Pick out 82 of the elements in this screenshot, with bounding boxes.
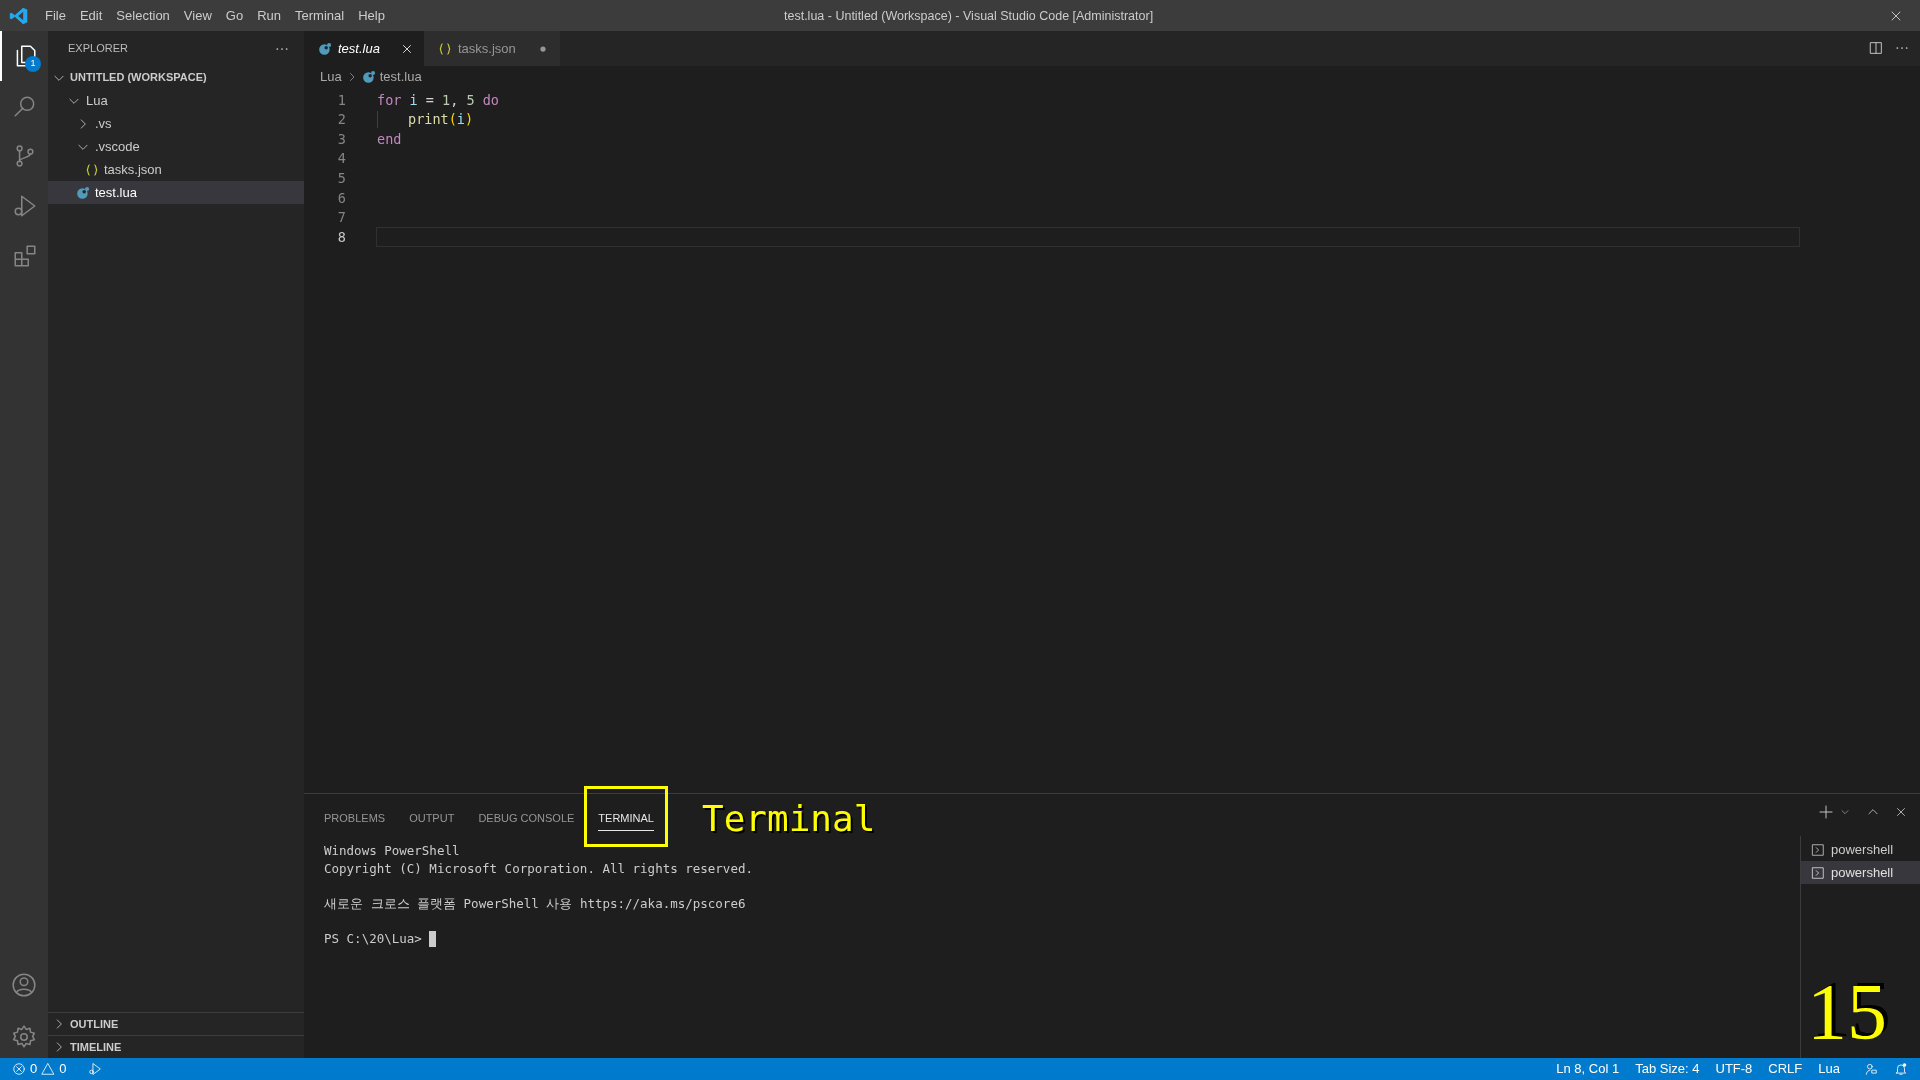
split-editor-icon[interactable] — [1868, 40, 1884, 56]
code-token: i — [456, 110, 465, 130]
code-token: , — [450, 90, 460, 110]
sidebar-title: EXPLORER — [68, 41, 128, 57]
callout-label: Terminal — [701, 796, 876, 841]
panel-tab[interactable]: OUTPUT — [409, 809, 455, 832]
code-token: 1 — [442, 90, 451, 110]
account-icon[interactable] — [11, 972, 37, 998]
warning-icon[interactable] — [41, 1062, 56, 1076]
menu-item[interactable]: Edit — [72, 0, 110, 31]
chevron-down-icon[interactable] — [1840, 807, 1850, 817]
panel-tab[interactable]: PROBLEMS — [324, 809, 386, 832]
terminal-icon — [1811, 865, 1825, 880]
close-icon[interactable] — [1894, 805, 1908, 819]
terminal-list-item[interactable]: powershell — [1801, 838, 1920, 861]
braces-icon — [85, 162, 99, 177]
status-item[interactable]: UTF-8 — [1715, 1059, 1753, 1079]
extensions-icon[interactable] — [12, 243, 38, 269]
panel-tab[interactable]: TERMINAL — [598, 809, 654, 832]
menu-item[interactable]: Selection — [109, 0, 177, 31]
warning-count[interactable]: 0 — [59, 1059, 67, 1079]
tree-item[interactable]: test.lua — [48, 181, 304, 204]
feedback-icon[interactable] — [1864, 1062, 1878, 1076]
settings-icon[interactable] — [11, 1024, 37, 1050]
breadcrumb-item[interactable]: Lua — [320, 67, 342, 87]
code-token: print — [408, 110, 449, 130]
code-token: 5 — [466, 90, 475, 110]
code-token: for — [377, 90, 402, 110]
terminal-line: Copyright (C) Microsoft Corporation. All rights reserved. — [324, 860, 754, 878]
terminal-prompt: PS C:\20\Lua> — [324, 930, 422, 948]
menu-item[interactable]: Terminal — [288, 0, 352, 31]
line-number: 5 — [336, 169, 346, 189]
menu-item[interactable]: Help — [351, 0, 392, 31]
run-debug-icon[interactable] — [88, 1062, 103, 1076]
badge-count: 1 — [25, 56, 41, 72]
line-number: 7 — [336, 208, 346, 228]
terminal-list-item[interactable]: powershell — [1801, 861, 1920, 884]
tree-item[interactable]: tasks.json — [48, 158, 304, 181]
tree-item[interactable]: .vscode — [48, 135, 304, 158]
moon-icon — [318, 41, 332, 56]
code-token: ( — [448, 110, 457, 130]
terminal-line: 새로운 크로스 플랫폼 PowerShell 사용 https://aka.ms/pscore6 — [324, 895, 747, 913]
line-number: 6 — [336, 188, 346, 208]
section-header[interactable]: OUTLINE — [48, 1012, 304, 1035]
plus-icon[interactable] — [1818, 804, 1834, 820]
page-number: 15 — [1807, 972, 1887, 1052]
window-title: test.lua - Untitled (Workspace) - Visual Studio Code [Administrator] — [784, 8, 1154, 25]
bell-icon[interactable] — [1894, 1062, 1908, 1076]
menu-item[interactable]: Go — [218, 0, 251, 31]
terminal-line: Windows PowerShell — [324, 842, 461, 860]
moon-icon — [361, 70, 376, 84]
status-item[interactable]: Ln 8, Col 1 — [1556, 1059, 1620, 1079]
panel-tab[interactable]: DEBUG CONSOLE — [478, 809, 575, 832]
app-logo-icon — [9, 5, 29, 26]
braces-icon — [437, 41, 452, 56]
code-token: end — [377, 129, 402, 149]
tree-item[interactable]: Lua — [48, 89, 304, 112]
code-token: = — [424, 90, 435, 110]
error-icon[interactable] — [12, 1062, 26, 1076]
editor-tab[interactable]: tasks.json — [423, 31, 560, 66]
status-item[interactable]: Tab Size: 4 — [1635, 1059, 1700, 1079]
run-debug-icon[interactable] — [12, 193, 38, 219]
line-number: 4 — [336, 149, 346, 169]
code-token: i — [408, 90, 418, 110]
error-count[interactable]: 0 — [30, 1059, 38, 1079]
menu-item[interactable]: Run — [250, 0, 288, 31]
breadcrumb-item[interactable]: test.lua — [379, 67, 422, 87]
code-token: do — [481, 90, 499, 110]
line-number: 8 — [336, 227, 346, 247]
workspace-header[interactable]: UNTITLED (WORKSPACE) — [48, 66, 304, 89]
editor-tab[interactable]: test.lua — [304, 31, 424, 66]
moon-icon — [76, 185, 90, 200]
line-number: 1 — [336, 90, 346, 110]
line-number: 3 — [336, 129, 346, 149]
menu-item[interactable]: View — [176, 0, 219, 31]
tree-item[interactable]: .vs — [48, 112, 304, 135]
line-number: 2 — [336, 110, 346, 130]
status-item[interactable]: CRLF — [1768, 1059, 1803, 1079]
code-token: ) — [464, 110, 474, 130]
terminal-icon — [1811, 842, 1825, 857]
status-item[interactable]: Lua — [1818, 1059, 1840, 1079]
menu-item[interactable]: File — [38, 0, 73, 31]
